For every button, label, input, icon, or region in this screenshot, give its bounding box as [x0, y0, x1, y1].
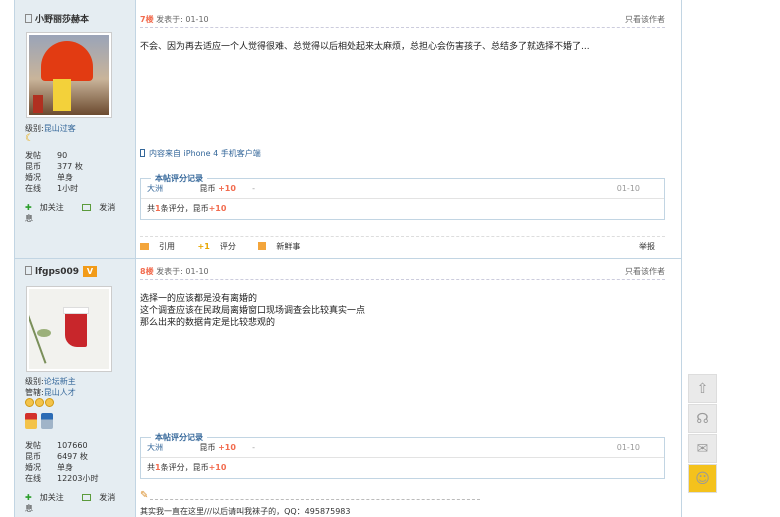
level: 级别:论坛新主 — [25, 377, 76, 386]
quote-icon — [140, 243, 149, 250]
post-body: 8楼 发表于: 01-10 只看该作者 选择一的应该都是没有离婚的 这个调查应该… — [136, 259, 681, 517]
rate-button[interactable]: +1 评分 — [198, 242, 246, 251]
vip-badge: V — [83, 266, 98, 277]
stocking-shape — [65, 311, 87, 347]
plus-icon: ✚ — [25, 203, 32, 212]
quote-button[interactable]: 引用 — [140, 242, 185, 251]
floor-number[interactable]: 8楼 — [140, 267, 154, 276]
rank-stars — [25, 398, 55, 409]
author-sidebar: 小野丽莎赫本 级别:昆山过客 ☾ 发帖 90 昆币 377 枚 婚况 单身 在线 1小时… — [15, 0, 136, 258]
follow-button[interactable]: ✚ 加关注 — [25, 493, 72, 502]
medal-icon[interactable] — [40, 413, 53, 429]
online-icon — [25, 14, 32, 23]
post-header: 8楼 发表于: 01-10 只看该作者 — [140, 266, 665, 280]
author-stats: 发帖 90 昆币 377 枚 婚况 单身 在线 1小时 — [25, 151, 83, 193]
signature: 其实我一直在这里///以后请叫我袜子的，QQ：495875983 — [140, 507, 351, 516]
only-author-link[interactable]: 只看该作者 — [625, 266, 665, 277]
wechat-icon[interactable]: ✉ — [688, 434, 717, 463]
author-sidebar: lfgps009 V 级别:论坛新主 管辖:昆山人才 发帖 107660 昆币 649… — [15, 259, 136, 517]
figure-shape — [33, 95, 43, 113]
post-content: 不会、因为再去适应一个人觉得很难、总觉得以后相处起来太麻烦，总担心会伤害孩子、总… — [140, 42, 590, 52]
post-8: lfgps009 V 级别:论坛新主 管辖:昆山人才 发帖 107660 昆币 649… — [15, 259, 681, 517]
author-actions: ✚ 加关注 发消息 — [25, 492, 135, 514]
plus-icon: ✚ — [25, 493, 32, 502]
umbrella-shape — [41, 41, 93, 81]
group: 管辖:昆山人才 — [25, 388, 76, 397]
qq-icon[interactable]: ☺ — [688, 464, 717, 493]
moon-icon: ☾ — [25, 133, 34, 144]
signature-divider — [150, 499, 480, 500]
figure-shape — [53, 79, 71, 111]
medals — [25, 413, 54, 431]
report-button[interactable]: 举报 — [639, 241, 655, 252]
news-icon — [258, 242, 267, 250]
pencil-icon: ✎ — [140, 490, 149, 501]
author-name[interactable]: lfgps009 V — [25, 266, 98, 277]
rating-row: 大洲 昆币 +10 - 01-10 — [141, 438, 664, 458]
post-time: 发表于: 01-10 — [156, 267, 209, 276]
rating-record: 本帖评分记录 大洲 昆币 +10 - 01-10 共1条评分，昆币+10 — [140, 432, 665, 479]
author-name[interactable]: 小野丽莎赫本 — [25, 12, 89, 25]
leaf-shape — [37, 329, 51, 337]
post-source[interactable]: 内容来自 iPhone 4 手机客户端 — [140, 148, 261, 159]
post-content: 选择一的应该都是没有离婚的 这个调查应该在民政局离婚窗口现场调查会比较真实一点 … — [140, 294, 366, 328]
mail-icon — [82, 494, 92, 501]
headset-icon[interactable]: ☊ — [688, 404, 717, 433]
author-actions: ✚ 加关注 发消息 — [25, 202, 135, 224]
mail-icon — [82, 204, 92, 211]
post-footer: 引用 +1 评分 新鲜事 举报 — [140, 236, 665, 252]
author-stats: 发帖 107660 昆币 6497 枚 婚况 单身 在线 12203小时 — [25, 441, 99, 483]
post-7: 小野丽莎赫本 级别:昆山过客 ☾ 发帖 90 昆币 377 枚 婚况 单身 在线 1小时… — [15, 0, 681, 259]
medal-icon[interactable] — [25, 413, 37, 429]
avatar[interactable] — [26, 32, 112, 118]
rating-row: 大洲 昆币 +10 - 01-10 — [141, 179, 664, 199]
follow-button[interactable]: ✚ 加关注 — [25, 203, 72, 212]
rating-record: 本帖评分记录 大洲 昆币 +10 - 01-10 共1条评分，昆币+10 — [140, 173, 665, 220]
phone-icon — [140, 149, 145, 157]
arrow-up-icon[interactable]: ⇧ — [688, 374, 717, 403]
news-button[interactable]: 新鲜事 — [258, 242, 310, 251]
post-time: 发表于: 01-10 — [156, 15, 209, 24]
post-body: 7楼 发表于: 01-10 只看该作者 不会、因为再去适应一个人觉得很难、总觉得… — [136, 0, 681, 258]
post-header: 7楼 发表于: 01-10 只看该作者 — [140, 14, 665, 28]
rating-summary: 共1条评分，昆币+10 — [147, 204, 227, 213]
only-author-link[interactable]: 只看该作者 — [625, 14, 665, 25]
branch-shape — [29, 310, 47, 364]
stocking-cuff — [63, 307, 89, 314]
online-icon — [25, 266, 32, 275]
thread-container: 小野丽莎赫本 级别:昆山过客 ☾ 发帖 90 昆币 377 枚 婚况 单身 在线 1小时… — [14, 0, 682, 517]
avatar[interactable] — [26, 286, 112, 372]
rating-summary: 共1条评分，昆币+10 — [147, 463, 227, 472]
floor-number[interactable]: 7楼 — [140, 15, 154, 24]
